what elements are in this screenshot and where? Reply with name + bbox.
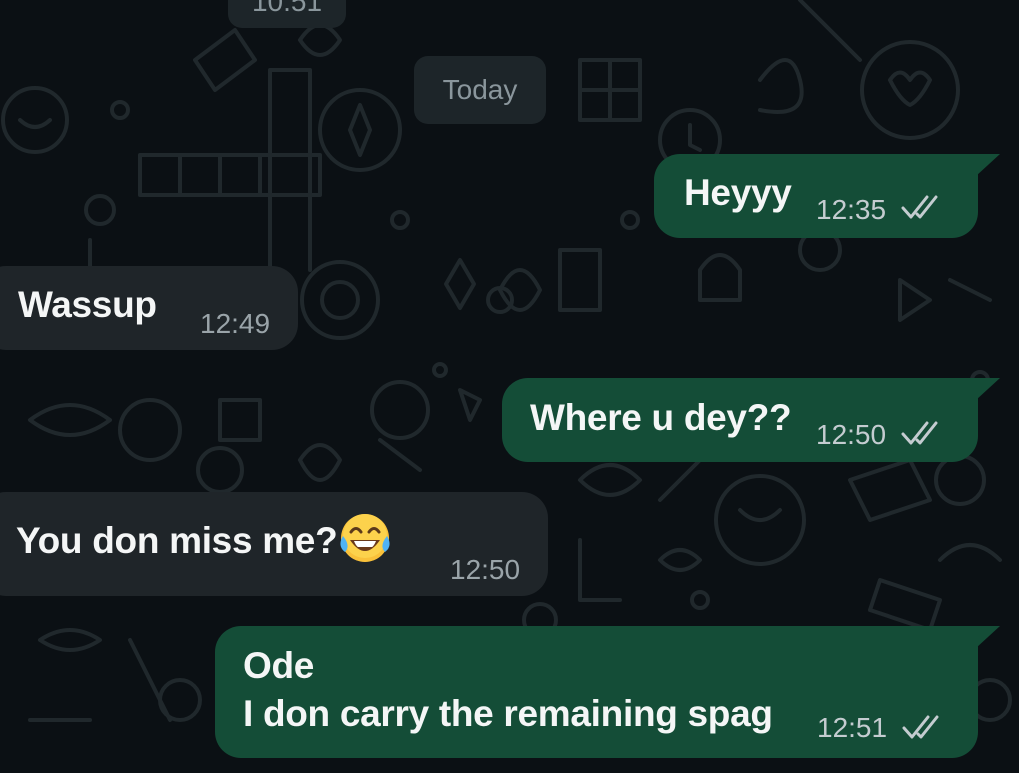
outgoing-message[interactable]: Ode I don carry the remaining spag 12:51 <box>215 626 978 758</box>
message-time: 12:51 <box>817 712 888 743</box>
chat-area: 10:51 Today Heyyy 12:35 Wassup 12:49 Whe… <box>0 0 1019 773</box>
outgoing-message[interactable]: Where u dey?? 12:50 <box>502 378 978 462</box>
date-chip: Today <box>414 56 546 124</box>
double-check-icon <box>901 195 938 219</box>
message-text-content: You don miss me? <box>16 520 338 561</box>
message-time: 12:49 <box>200 308 271 339</box>
previous-date-chip: 10:51 <box>228 0 346 28</box>
face-with-tears-of-joy-icon <box>340 514 390 563</box>
message-text: Wassup <box>18 284 157 325</box>
message-text: Ode I don carry the remaining spag <box>243 645 773 734</box>
message-time: 12:35 <box>816 194 887 225</box>
date-label: Today <box>442 74 518 105</box>
previous-date-label: 10:51 <box>251 0 323 17</box>
incoming-message[interactable]: Wassup 12:49 <box>0 266 298 350</box>
message-text: You don miss me? <box>16 514 393 566</box>
message-text: Where u dey?? <box>530 397 792 438</box>
message-time: 12:50 <box>450 554 521 585</box>
message-text: Heyyy <box>684 172 792 213</box>
double-check-icon <box>901 421 938 445</box>
message-time: 12:50 <box>816 419 887 450</box>
outgoing-message[interactable]: Heyyy 12:35 <box>654 154 978 238</box>
incoming-message[interactable]: You don miss me? 12:50 <box>0 492 548 596</box>
double-check-icon <box>902 715 939 739</box>
